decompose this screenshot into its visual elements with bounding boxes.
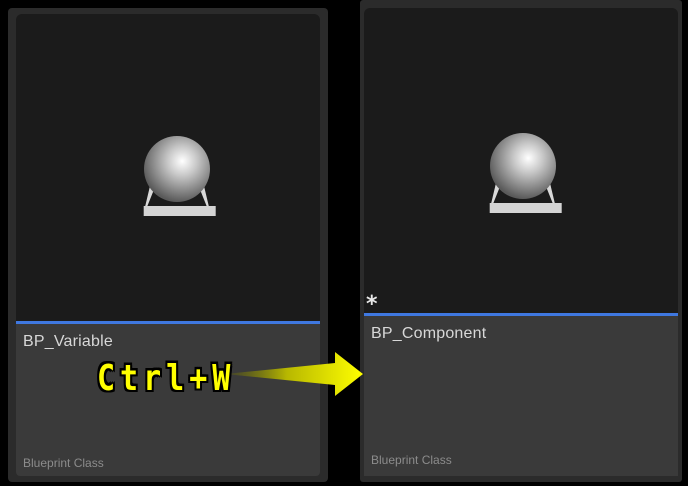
asset-name: BP_Component — [371, 325, 487, 342]
asset-tile-bp-component[interactable]: BP_Component Blueprint Class — [360, 0, 682, 482]
blueprint-sphere-icon — [143, 136, 216, 216]
asset-info-panel: BP_Component Blueprint Class — [364, 316, 678, 476]
asset-thumbnail — [364, 8, 678, 316]
shortcut-annotation: Ctrl+W — [97, 358, 236, 400]
asset-tile-bp-variable[interactable]: BP_Variable Blueprint Class — [8, 8, 328, 482]
asset-thumbnail — [16, 14, 320, 322]
asset-info-panel: BP_Variable Blueprint Class — [16, 324, 320, 476]
asset-type: Blueprint Class — [371, 453, 452, 467]
content-browser-comparison: BP_Variable Blueprint Class BP_Component… — [0, 0, 688, 486]
blueprint-sphere-icon — [489, 133, 562, 213]
unsaved-asterisk-icon: * — [366, 292, 378, 317]
asset-type: Blueprint Class — [23, 456, 104, 470]
arrow-right-icon — [225, 352, 363, 396]
asset-name: BP_Variable — [23, 333, 113, 350]
